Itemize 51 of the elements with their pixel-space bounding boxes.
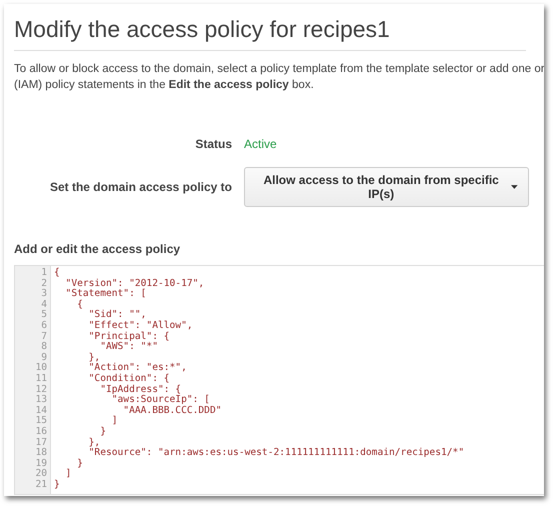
line-number: 17 xyxy=(34,438,47,448)
code-editor[interactable] xyxy=(14,265,544,495)
description-text: To allow or block access to the domain, select a policy template from the template selector or add one or (IAM) policy statements in the Edit the access policy box. xyxy=(14,62,544,93)
code-line: "Statement": [ xyxy=(64,288,146,300)
code-line: }, xyxy=(88,352,100,363)
line-number: 4 xyxy=(40,300,47,310)
code-line: "Condition": { xyxy=(88,372,170,384)
line-number: 8 xyxy=(40,342,47,352)
code-line: "Version": "2012-10-17", xyxy=(64,278,204,289)
line-number: 19 xyxy=(34,458,47,469)
code-line: "AWS": "*" xyxy=(100,341,158,352)
line-number: 2 xyxy=(40,278,47,289)
line-number: 9 xyxy=(41,352,47,363)
line-number: 21 xyxy=(34,480,47,490)
code-line: } xyxy=(99,426,106,437)
line-number: 5 xyxy=(40,310,47,320)
code-line: } xyxy=(76,458,83,469)
code-line: ] xyxy=(110,415,118,426)
code-line: "Action": "es:*", xyxy=(88,362,187,374)
code-line: "Resource": "arn:aws:es:us-west-2:111111111111:domain/recipes1/*" xyxy=(88,447,464,458)
code-line: "Principal": { xyxy=(88,330,170,342)
code-line: "AAA.BBB.CCC.DDD" xyxy=(122,404,222,416)
status-label: Status xyxy=(194,137,232,151)
code-line: } xyxy=(54,478,60,490)
line-number: 3 xyxy=(40,289,47,300)
policy-dropdown[interactable]: Allow access to the domain from specific IP(s) xyxy=(244,167,529,207)
code-line: "Sid": "", xyxy=(88,309,146,320)
line-number: 7 xyxy=(40,332,47,342)
code-line: "IpAddress": { xyxy=(99,384,182,395)
status-value: Active xyxy=(244,137,277,151)
code-line: "Effect": "Allow", xyxy=(88,320,193,331)
code-line: { xyxy=(54,267,60,278)
line-number: 10 xyxy=(34,363,47,374)
line-number: 16 xyxy=(34,426,47,438)
line-number: 12 xyxy=(34,384,47,395)
line-number: 13 xyxy=(34,395,47,406)
line-number: 6 xyxy=(40,320,47,332)
code-line: }, xyxy=(88,436,100,448)
page-title: Modify the access policy for recipes1 xyxy=(14,12,526,51)
caret-icon xyxy=(511,185,518,189)
code-line: ] xyxy=(64,468,72,480)
editor-label: Add or edit the access policy xyxy=(14,242,182,256)
code-line: "aws:SourceIp": [ xyxy=(112,394,210,406)
code-line: { xyxy=(76,298,83,310)
line-number: 20 xyxy=(34,469,47,480)
policy-label: Set the domain access policy to xyxy=(48,180,232,194)
line-number: 11 xyxy=(34,374,47,384)
line-number: 15 xyxy=(34,416,47,426)
line-number: 14 xyxy=(34,406,47,416)
line-number: 18 xyxy=(34,448,47,458)
line-number: 1 xyxy=(40,268,47,278)
